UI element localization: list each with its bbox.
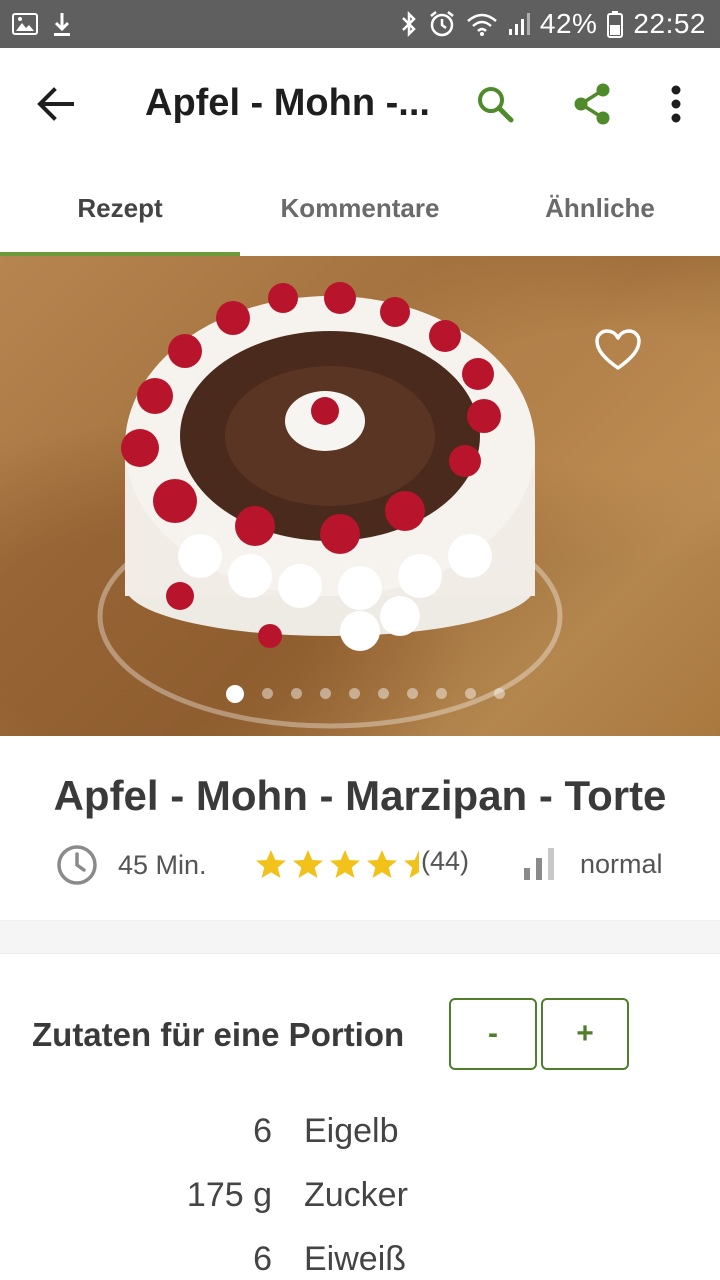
prep-time-value: 45 Min.	[118, 849, 207, 880]
increase-portion-button[interactable]: +	[541, 998, 629, 1070]
ingredients-list: 6 Eigelb 175 g Zucker 6 Eiweiß	[0, 1106, 720, 1280]
gallery-pagination	[0, 685, 720, 703]
ingredient-name: Zucker	[304, 1176, 408, 1214]
star-icon	[367, 850, 397, 878]
battery-icon	[607, 11, 624, 38]
favorite-button[interactable]	[594, 328, 642, 376]
recipe-title: Apfel - Mohn - Marzipan - Torte	[53, 772, 667, 819]
gallery-dot[interactable]	[406, 688, 418, 699]
battery-percentage: 42%	[539, 8, 598, 39]
section-divider	[0, 920, 720, 954]
recipe-meta: 45 Min. (44) normal	[0, 840, 720, 892]
share-button[interactable]	[570, 82, 614, 126]
tab-kommentare[interactable]: Kommentare	[240, 160, 480, 256]
difficulty: normal	[522, 848, 663, 880]
ingredient-quantity: 175 g	[186, 1176, 272, 1214]
difficulty-bars-icon	[524, 848, 554, 880]
heart-outline-icon	[595, 329, 641, 370]
ingredient-row: 6 Eigelb	[0, 1106, 720, 1170]
back-button[interactable]	[36, 86, 76, 122]
signal-icon	[508, 13, 530, 35]
gallery-dot[interactable]	[319, 688, 331, 699]
arrow-back-icon	[37, 87, 74, 121]
app-bar: Apfel - Mohn -...	[0, 48, 720, 160]
ingredient-row: 175 g Zucker	[0, 1170, 720, 1234]
prep-time: 45 Min.	[56, 844, 207, 886]
status-bar: 42% 22:52	[0, 0, 720, 48]
star-icon	[293, 850, 323, 878]
tab-bar: Rezept Kommentare Ähnliche	[0, 160, 720, 256]
ingredient-name: Eigelb	[304, 1112, 399, 1150]
tab-rezept[interactable]: Rezept	[0, 160, 240, 256]
tab-aehnliche[interactable]: Ähnliche	[480, 160, 720, 256]
decrease-portion-button[interactable]: -	[449, 998, 537, 1070]
wifi-icon	[467, 13, 497, 36]
page-title: Apfel - Mohn -...	[145, 82, 430, 124]
search-button[interactable]	[473, 82, 517, 126]
ingredient-name: Eiweiß	[304, 1240, 407, 1278]
ingredient-row: 6 Eiweiß	[0, 1234, 720, 1280]
gallery-dot[interactable]	[225, 685, 244, 703]
ingredient-quantity: 6	[253, 1112, 272, 1150]
ingredient-quantity: 6	[253, 1240, 272, 1278]
more-vert-icon	[671, 85, 681, 123]
gallery-dot[interactable]	[348, 688, 360, 699]
download-notification-icon	[54, 13, 70, 36]
star-icon	[256, 850, 286, 878]
gallery-dot[interactable]	[377, 688, 389, 699]
clock: 22:52	[633, 8, 706, 39]
clock-icon	[57, 845, 97, 885]
alarm-icon	[430, 11, 454, 37]
more-options-button[interactable]	[654, 82, 698, 126]
rating-stars	[254, 848, 436, 882]
share-icon	[574, 83, 610, 125]
gallery-notification-icon	[12, 13, 38, 35]
gallery-dot[interactable]	[493, 688, 505, 699]
difficulty-value: normal	[580, 848, 663, 879]
bluetooth-icon	[401, 10, 416, 38]
recipe-image-gallery[interactable]	[0, 256, 720, 736]
ingredients-heading: Zutaten für eine Portion	[32, 1016, 405, 1053]
gallery-dot[interactable]	[435, 688, 447, 699]
gallery-dot[interactable]	[464, 688, 476, 699]
gallery-dot[interactable]	[261, 688, 273, 699]
search-icon	[478, 87, 514, 123]
gallery-dot[interactable]	[290, 688, 302, 699]
rating-count: (44)	[421, 846, 470, 876]
star-icon	[330, 850, 360, 878]
